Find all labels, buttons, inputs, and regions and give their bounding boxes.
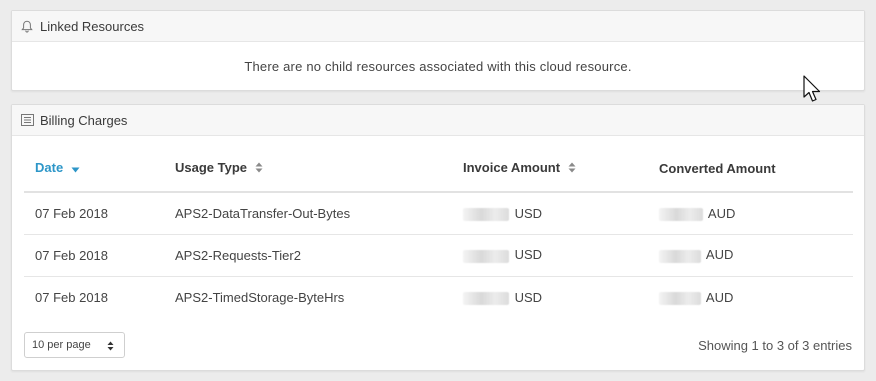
per-page-value: 10 per page	[32, 339, 91, 351]
list-icon	[20, 113, 34, 127]
cell-usage-type: APS2-TimedStorage-ByteHrs	[175, 289, 345, 305]
redacted-amount	[463, 207, 509, 221]
invoice-currency: USD	[514, 205, 543, 221]
per-page-select[interactable]: 10 per page	[24, 332, 125, 358]
bell-icon	[20, 19, 34, 33]
sort-icon	[255, 161, 263, 176]
sort-icon	[568, 161, 576, 176]
column-header-converted-amount: Converted Amount	[648, 145, 853, 193]
cell-invoice-amount: USD	[452, 276, 648, 318]
cell-date: 07 Feb 2018	[24, 234, 164, 277]
entries-count: Showing 1 to 3 of 3 entries	[698, 337, 852, 353]
billing-table-container: Date Usage Type Invoice Amount Converted…	[24, 145, 853, 318]
redacted-amount	[659, 249, 701, 263]
redacted-amount	[463, 291, 509, 305]
linked-resources-panel: Linked Resources There are no child reso…	[11, 10, 865, 91]
cell-date: 07 Feb 2018	[35, 289, 109, 305]
billing-table: Date Usage Type Invoice Amount Converted…	[24, 145, 853, 318]
cell-usage-type: APS2-DataTransfer-Out-Bytes	[164, 192, 452, 235]
billing-charges-header: Billing Charges	[12, 105, 864, 136]
mouse-cursor-icon	[803, 75, 823, 109]
column-header-label: Invoice Amount	[463, 159, 561, 175]
cell-date: 07 Feb 2018	[24, 192, 164, 235]
table-row: 07 Feb 2018 APS2-TimedStorage-ByteHrs US…	[24, 276, 853, 318]
cell-invoice-amount: USD	[452, 192, 648, 235]
empty-state-message: There are no child resources associated …	[244, 59, 632, 74]
invoice-currency: USD	[514, 247, 543, 263]
column-header-label: Usage Type	[175, 159, 248, 175]
invoice-currency: USD	[514, 289, 543, 305]
billing-charges-panel: Billing Charges Date Usage Type Invoice …	[11, 104, 865, 371]
cell-converted-amount: AUD	[648, 234, 853, 277]
linked-resources-title: Linked Resources	[40, 18, 145, 34]
redacted-amount	[659, 207, 703, 221]
updown-arrows-icon	[107, 341, 114, 354]
column-header-usage-type[interactable]: Usage Type	[164, 145, 452, 193]
converted-currency: AUD	[705, 247, 734, 263]
column-header-date[interactable]: Date	[24, 145, 164, 193]
table-footer: 10 per page Showing 1 to 3 of 3 entries	[24, 332, 852, 358]
linked-resources-header: Linked Resources	[12, 11, 864, 42]
cell-usage-type: APS2-Requests-Tier2	[164, 234, 452, 277]
table-row: 07 Feb 2018 APS2-DataTransfer-Out-Bytes …	[24, 192, 853, 235]
billing-charges-title: Billing Charges	[40, 112, 128, 128]
cell-invoice-amount: USD	[452, 234, 648, 277]
column-header-label: Date	[35, 159, 64, 175]
column-header-label: Converted Amount	[659, 160, 776, 176]
column-header-invoice-amount[interactable]: Invoice Amount	[452, 145, 648, 193]
sort-desc-icon	[71, 161, 80, 176]
cell-converted-amount: AUD	[648, 276, 853, 318]
redacted-amount	[463, 249, 509, 263]
table-header-row: Date Usage Type Invoice Amount Converted…	[24, 145, 853, 193]
cell-converted-amount: AUD	[648, 192, 853, 235]
converted-currency: AUD	[705, 289, 734, 305]
converted-currency: AUD	[707, 205, 736, 221]
table-row: 07 Feb 2018 APS2-Requests-Tier2 USD AUD	[24, 234, 853, 277]
redacted-amount	[659, 291, 701, 305]
